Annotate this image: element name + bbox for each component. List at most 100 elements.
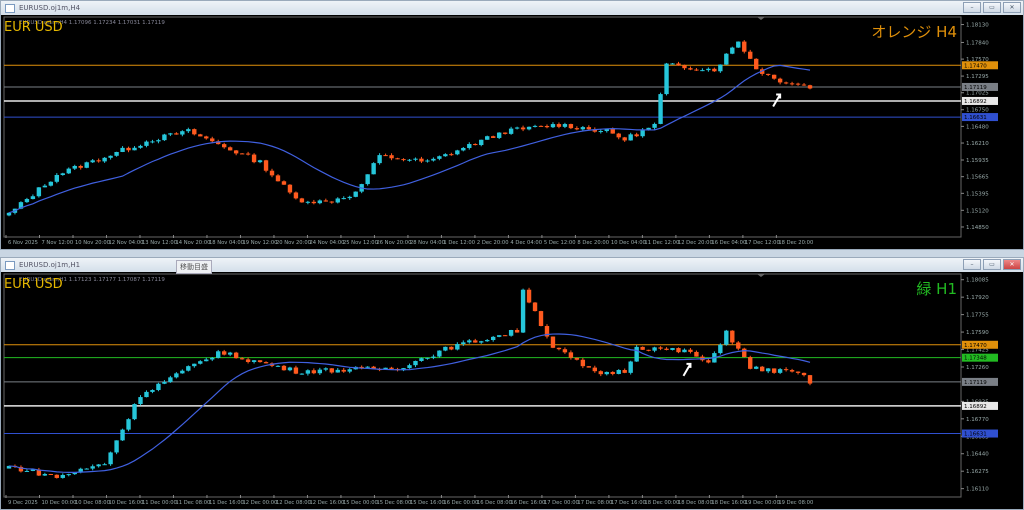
candle-body <box>646 349 651 351</box>
maximize-button[interactable]: ▭ <box>983 2 1001 13</box>
candle-body <box>586 366 592 368</box>
time-tick-label: 19 Dec 00:00 <box>745 500 780 506</box>
candle-body <box>765 368 771 372</box>
time-tick-label: 12 Dec 00:00 <box>242 500 277 506</box>
candle-body <box>419 158 424 162</box>
candle-body <box>311 370 317 374</box>
candle-body <box>108 155 113 158</box>
time-tick-label: 18 Dec 20:00 <box>778 240 813 246</box>
candle-body <box>610 371 615 374</box>
candle-body <box>383 155 388 157</box>
candle-body <box>491 136 496 138</box>
time-tick-label: 26 Nov 20:00 <box>376 240 411 246</box>
h4-price-chart[interactable]: 1.181301.178401.175701.172951.170251.167… <box>1 15 1023 249</box>
price-tick-label: 1.14850 <box>966 225 989 231</box>
window-title: EURUSD.oj1m,H4 <box>19 4 81 12</box>
minimize-button[interactable]: – <box>963 2 981 13</box>
candle-body <box>257 160 263 163</box>
candle-body <box>562 349 568 353</box>
candle-body <box>622 137 627 141</box>
price-tick-label: 1.17840 <box>966 40 989 46</box>
window-title-bar[interactable]: EURUSD.oj1m,H1 – ▭ ✕ <box>1 258 1023 272</box>
price-level-label: 1.17470 <box>964 343 987 349</box>
candle-body <box>245 359 251 362</box>
time-tick-label: 10 Dec 08:00 <box>75 500 110 506</box>
candle-body <box>622 370 627 373</box>
candle-body <box>598 131 603 133</box>
candle-body <box>413 360 418 366</box>
time-tick-label: 16 Dec 04:00 <box>711 240 746 246</box>
price-tick-label: 1.18130 <box>966 23 989 29</box>
candle-body <box>443 346 448 351</box>
h1-price-chart[interactable]: 1.180851.179201.177551.175901.174251.172… <box>1 272 1023 509</box>
candle-body <box>634 346 639 362</box>
candle-body <box>754 366 759 369</box>
price-level-label: 1.17470 <box>964 63 987 69</box>
h4-chart-window[interactable]: EURUSD.oj1m,H4 – ▭ ✕ 1.18130 1.17840 1.17570… <box>0 0 1024 250</box>
candle-body <box>712 68 717 72</box>
candle-body <box>413 158 418 160</box>
time-tick-label: 13 Nov 12:00 <box>142 240 177 246</box>
candle-body <box>329 201 334 203</box>
time-tick-label: 10 Dec 00:00 <box>41 500 76 506</box>
candle-body <box>754 58 759 70</box>
candle-body <box>407 159 412 161</box>
candle-body <box>389 155 394 159</box>
time-tick-label: 7 Nov 12:00 <box>41 240 73 246</box>
candle-body <box>365 366 370 368</box>
candle-body <box>6 212 12 216</box>
candle-body <box>60 173 65 175</box>
candle-body <box>801 372 807 376</box>
candle-body <box>532 125 538 127</box>
candle-body <box>233 352 239 359</box>
time-tick-label: 25 Nov 12:00 <box>343 240 378 246</box>
candle-body <box>239 153 245 155</box>
candle-body <box>765 73 771 75</box>
time-tick-label: 24 Nov 04:00 <box>309 240 344 246</box>
close-button[interactable]: ✕ <box>1003 259 1021 270</box>
time-tick-label: 17 Dec 16:00 <box>611 500 646 506</box>
candle-body <box>114 440 119 453</box>
candle-body <box>688 349 693 352</box>
price-tick-label: 1.17590 <box>966 330 989 336</box>
candle-body <box>443 154 448 157</box>
candle-body <box>700 70 705 72</box>
candle-body <box>126 147 131 151</box>
close-button[interactable]: ✕ <box>1003 2 1021 13</box>
candle-body <box>293 367 299 374</box>
candle-body <box>807 85 813 89</box>
window-title-bar[interactable]: EURUSD.oj1m,H4 – ▭ ✕ <box>1 1 1023 15</box>
candle-body <box>718 64 723 72</box>
price-level-label: 1.16892 <box>964 404 987 410</box>
maximize-button[interactable]: ▭ <box>983 259 1001 270</box>
candle-body <box>216 351 221 358</box>
candle-body <box>138 145 143 148</box>
price-tick-label: 1.17755 <box>966 313 989 319</box>
candle-body <box>323 200 328 202</box>
chart-shift-marker-icon <box>757 17 765 20</box>
arrow-annotation-icon <box>682 362 692 377</box>
candle-body <box>341 198 346 200</box>
candle-body <box>251 154 257 163</box>
candle-body <box>72 165 77 169</box>
candle-body <box>736 342 741 349</box>
candle-body <box>263 160 269 171</box>
time-tick-label: 18 Dec 00:00 <box>644 500 679 506</box>
price-tick-label: 1.17025 <box>966 91 989 97</box>
time-tick-label: 18 Dec 16:00 <box>711 500 746 506</box>
candle-body <box>748 357 753 369</box>
time-tick-label: 28 Nov 04:00 <box>410 240 445 246</box>
candle-body <box>455 344 460 350</box>
candle-body <box>186 366 191 371</box>
candle-body <box>760 366 765 372</box>
candle-body <box>676 348 681 353</box>
candle-body <box>371 163 376 175</box>
candle-body <box>658 94 663 124</box>
candle-body <box>783 369 789 371</box>
candle-body <box>281 365 287 371</box>
time-tick-label: 12 Dec 08:00 <box>276 500 311 506</box>
h1-chart-window[interactable]: EURUSD.oj1m,H1 – ▭ ✕ 1.18085 1.17920 1.17755… <box>0 257 1024 510</box>
candle-body <box>586 127 592 130</box>
symbol-label: EUR USD <box>4 277 63 292</box>
minimize-button[interactable]: – <box>963 259 981 270</box>
